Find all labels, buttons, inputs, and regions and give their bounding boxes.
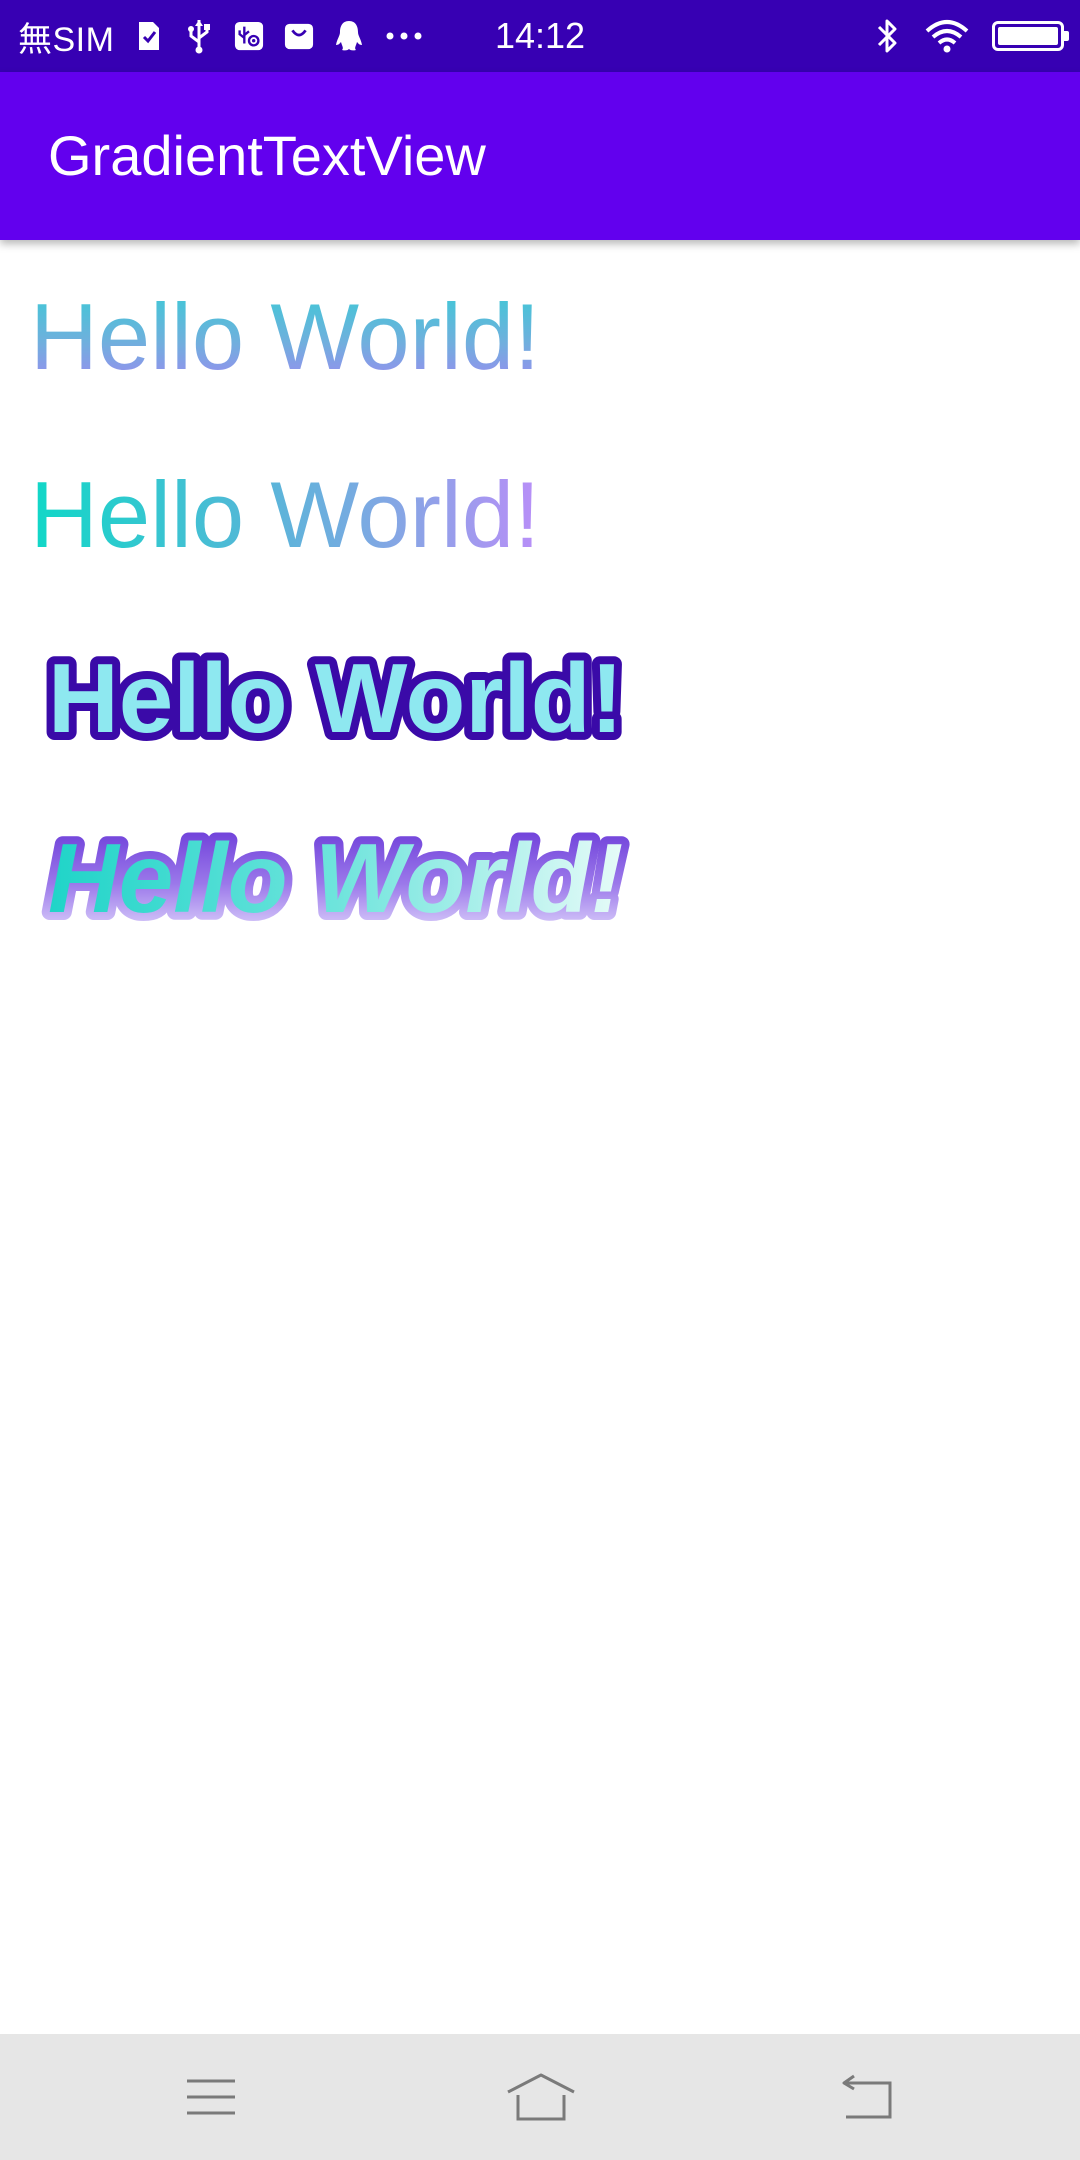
home-button[interactable] — [481, 2034, 601, 2160]
menu-icon — [187, 2079, 235, 2115]
home-icon — [507, 2073, 575, 2121]
stroked-gradient-text: Hello World! Hello World! — [40, 635, 631, 761]
battery-icon — [992, 21, 1069, 51]
navigation-bar — [0, 2034, 1080, 2160]
screen: 無SIM 14:12 GradientTextView Hello World!… — [0, 0, 1080, 2160]
wifi-icon — [924, 18, 970, 54]
italic-text-fill: Hello World! — [48, 823, 623, 933]
back-icon — [842, 2074, 892, 2119]
italic-stroked-gradient-text: Hello World! Hello World! — [40, 815, 631, 941]
battery-level — [998, 27, 1058, 45]
app-title: GradientTextView — [48, 124, 486, 187]
status-right — [872, 0, 1069, 72]
back-button[interactable] — [808, 2034, 928, 2160]
bluetooth-icon — [872, 18, 902, 54]
content-area: Hello World! Hello World! Hello World! H… — [0, 240, 1080, 2034]
stroked-text-fill: Hello World! — [48, 643, 623, 753]
gradient-text-horizontal: Hello World! — [30, 462, 541, 567]
status-bar: 無SIM 14:12 — [0, 0, 1080, 72]
gradient-text-vertical: Hello World! — [30, 284, 541, 389]
app-bar: GradientTextView — [0, 72, 1080, 240]
menu-button[interactable] — [151, 2034, 271, 2160]
